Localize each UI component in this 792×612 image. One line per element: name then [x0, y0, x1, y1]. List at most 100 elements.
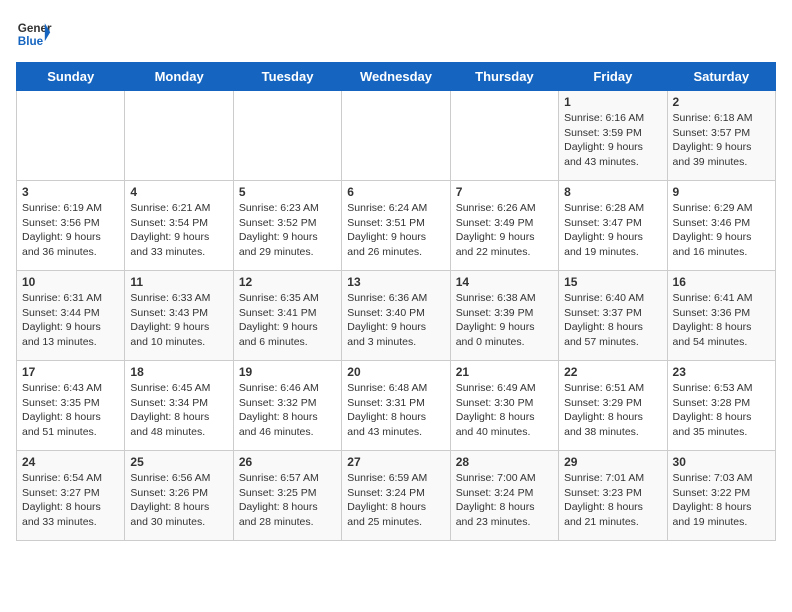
week-row-5: 24Sunrise: 6:54 AMSunset: 3:27 PMDayligh…: [17, 451, 776, 541]
day-info: Sunrise: 6:28 AM: [564, 201, 661, 216]
day-info: Sunrise: 6:23 AM: [239, 201, 336, 216]
day-info: Daylight: 9 hours and 29 minutes.: [239, 230, 336, 259]
day-number: 4: [130, 185, 227, 199]
day-info: Sunrise: 6:53 AM: [673, 381, 770, 396]
svg-text:Blue: Blue: [18, 35, 44, 48]
day-info: Sunset: 3:26 PM: [130, 486, 227, 501]
day-info: Sunrise: 6:26 AM: [456, 201, 553, 216]
calendar-cell-14: 14Sunrise: 6:38 AMSunset: 3:39 PMDayligh…: [450, 271, 558, 361]
day-info: Sunrise: 7:01 AM: [564, 471, 661, 486]
calendar-cell-24: 24Sunrise: 6:54 AMSunset: 3:27 PMDayligh…: [17, 451, 125, 541]
calendar-cell-29: 29Sunrise: 7:01 AMSunset: 3:23 PMDayligh…: [559, 451, 667, 541]
day-info: Sunset: 3:41 PM: [239, 306, 336, 321]
day-number: 17: [22, 365, 119, 379]
day-info: Sunrise: 6:24 AM: [347, 201, 444, 216]
day-info: Daylight: 9 hours and 13 minutes.: [22, 320, 119, 349]
day-info: Daylight: 8 hours and 25 minutes.: [347, 500, 444, 529]
day-info: Daylight: 9 hours and 33 minutes.: [130, 230, 227, 259]
calendar-cell-2: 2Sunrise: 6:18 AMSunset: 3:57 PMDaylight…: [667, 91, 775, 181]
calendar-cell-26: 26Sunrise: 6:57 AMSunset: 3:25 PMDayligh…: [233, 451, 341, 541]
day-info: Daylight: 9 hours and 43 minutes.: [564, 140, 661, 169]
day-header-thursday: Thursday: [450, 63, 558, 91]
calendar-cell-7: 7Sunrise: 6:26 AMSunset: 3:49 PMDaylight…: [450, 181, 558, 271]
day-info: Sunrise: 6:16 AM: [564, 111, 661, 126]
day-number: 10: [22, 275, 119, 289]
day-info: Sunset: 3:54 PM: [130, 216, 227, 231]
day-number: 5: [239, 185, 336, 199]
calendar-cell-19: 19Sunrise: 6:46 AMSunset: 3:32 PMDayligh…: [233, 361, 341, 451]
calendar-cell-9: 9Sunrise: 6:29 AMSunset: 3:46 PMDaylight…: [667, 181, 775, 271]
day-info: Sunset: 3:24 PM: [456, 486, 553, 501]
calendar-cell-16: 16Sunrise: 6:41 AMSunset: 3:36 PMDayligh…: [667, 271, 775, 361]
day-info: Sunrise: 6:51 AM: [564, 381, 661, 396]
calendar-cell-empty: [233, 91, 341, 181]
day-number: 23: [673, 365, 770, 379]
day-info: Sunrise: 6:41 AM: [673, 291, 770, 306]
day-info: Sunrise: 6:40 AM: [564, 291, 661, 306]
day-info: Sunrise: 6:19 AM: [22, 201, 119, 216]
day-number: 15: [564, 275, 661, 289]
calendar-cell-empty: [342, 91, 450, 181]
day-info: Daylight: 9 hours and 6 minutes.: [239, 320, 336, 349]
day-info: Sunset: 3:40 PM: [347, 306, 444, 321]
day-info: Daylight: 8 hours and 28 minutes.: [239, 500, 336, 529]
calendar-cell-3: 3Sunrise: 6:19 AMSunset: 3:56 PMDaylight…: [17, 181, 125, 271]
day-info: Daylight: 8 hours and 35 minutes.: [673, 410, 770, 439]
logo-icon: General Blue: [16, 16, 52, 52]
day-number: 28: [456, 455, 553, 469]
day-info: Sunrise: 6:46 AM: [239, 381, 336, 396]
day-info: Sunset: 3:32 PM: [239, 396, 336, 411]
week-row-4: 17 Sunrise: 6:43 AMSunset: 3:35 PM Dayligh…: [17, 361, 776, 451]
day-number: 24: [22, 455, 119, 469]
day-number: 26: [239, 455, 336, 469]
day-info: Daylight: 8 hours and 23 minutes.: [456, 500, 553, 529]
day-info: Sunset: 3:52 PM: [239, 216, 336, 231]
day-info: Sunset: 3:49 PM: [456, 216, 553, 231]
day-info: Daylight: 8 hours and 21 minutes.: [564, 500, 661, 529]
day-info: Sunset: 3:30 PM: [456, 396, 553, 411]
day-info: Daylight: 9 hours and 39 minutes.: [673, 140, 770, 169]
day-info: Sunset: 3:29 PM: [564, 396, 661, 411]
calendar-cell-20: 20Sunrise: 6:48 AMSunset: 3:31 PMDayligh…: [342, 361, 450, 451]
page-header: General Blue: [16, 16, 776, 52]
day-info: Sunrise: 6:49 AM: [456, 381, 553, 396]
day-info: Sunset: 3:24 PM: [347, 486, 444, 501]
calendar-cell-22: 22Sunrise: 6:51 AMSunset: 3:29 PMDayligh…: [559, 361, 667, 451]
calendar-cell-1: 1Sunrise: 6:16 AMSunset: 3:59 PMDaylight…: [559, 91, 667, 181]
calendar-cell-18: 18Sunrise: 6:45 AMSunset: 3:34 PMDayligh…: [125, 361, 233, 451]
day-info: Sunset: 3:36 PM: [673, 306, 770, 321]
day-info: Sunrise: 6:57 AM: [239, 471, 336, 486]
day-header-saturday: Saturday: [667, 63, 775, 91]
calendar-cell-4: 4 Sunrise: 6:21 AMSunset: 3:54 PMDaylight…: [125, 181, 233, 271]
day-info: Daylight: 8 hours and 48 minutes.: [130, 410, 227, 439]
day-info: Sunrise: 6:56 AM: [130, 471, 227, 486]
day-number: 29: [564, 455, 661, 469]
day-number: 13: [347, 275, 444, 289]
calendar-cell-11: 11Sunrise: 6:33 AMSunset: 3:43 PMDayligh…: [125, 271, 233, 361]
calendar-cell-empty: [17, 91, 125, 181]
calendar-cell-5: 5 Sunrise: 6:23 AMSunset: 3:52 PMDaylight…: [233, 181, 341, 271]
week-row-3: 10Sunrise: 6:31 AMSunset: 3:44 PMDayligh…: [17, 271, 776, 361]
day-info: Sunrise: 6:31 AM: [22, 291, 119, 306]
day-info: Sunrise: 6:36 AM: [347, 291, 444, 306]
day-info: Daylight: 9 hours and 10 minutes.: [130, 320, 227, 349]
day-info: Daylight: 9 hours and 36 minutes.: [22, 230, 119, 259]
calendar-cell-25: 25Sunrise: 6:56 AMSunset: 3:26 PMDayligh…: [125, 451, 233, 541]
day-info: Daylight: 8 hours and 30 minutes.: [130, 500, 227, 529]
day-info: Sunrise: 6:33 AM: [130, 291, 227, 306]
day-info: Daylight: 9 hours and 16 minutes.: [673, 230, 770, 259]
day-info: Sunrise: 6:21 AM: [130, 201, 227, 216]
week-row-1: 1Sunrise: 6:16 AMSunset: 3:59 PMDaylight…: [17, 91, 776, 181]
day-info: Sunset: 3:37 PM: [564, 306, 661, 321]
day-header-friday: Friday: [559, 63, 667, 91]
day-number: 11: [130, 275, 227, 289]
day-number: 18: [130, 365, 227, 379]
day-header-sunday: Sunday: [17, 63, 125, 91]
day-number: 16: [673, 275, 770, 289]
day-info: Sunset: 3:35 PM: [22, 396, 119, 411]
day-number: 27: [347, 455, 444, 469]
day-info: Sunrise: 6:43 AM: [22, 381, 119, 396]
day-info: Sunset: 3:56 PM: [22, 216, 119, 231]
day-info: Daylight: 8 hours and 19 minutes.: [673, 500, 770, 529]
calendar-cell-15: 15Sunrise: 6:40 AMSunset: 3:37 PMDayligh…: [559, 271, 667, 361]
